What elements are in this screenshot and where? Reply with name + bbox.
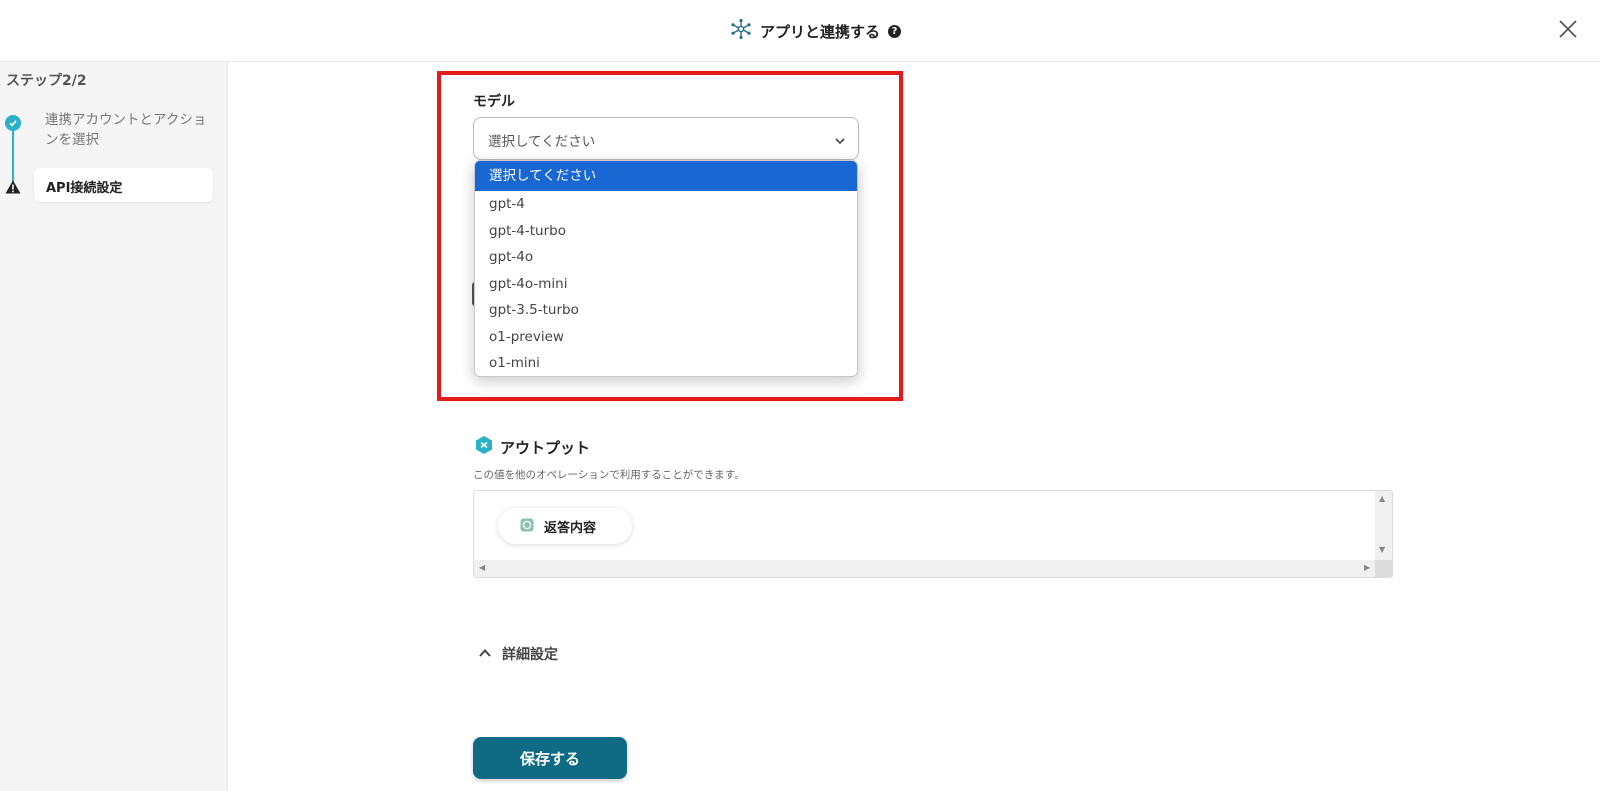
- step-connector-line: [12, 128, 14, 182]
- advanced-settings-toggle[interactable]: 詳細設定: [478, 644, 558, 664]
- modal-title: アプリと連携する: [760, 22, 881, 41]
- output-chip-label: 返答内容: [544, 520, 597, 536]
- model-dropdown-list: 選択してください gpt-4 gpt-4-turbo gpt-4o gpt-4o…: [474, 160, 858, 377]
- step-item-select-action[interactable]: 連携アカウントとアクションを選択: [45, 110, 210, 150]
- scrollbar-corner: [1375, 560, 1392, 577]
- model-option[interactable]: gpt-4-turbo: [475, 218, 857, 245]
- output-panel: 返答内容 ▲ ▼ ◀ ▶: [473, 490, 1393, 578]
- step-item-api-settings[interactable]: API接続設定: [34, 168, 213, 202]
- model-select-value: 選択してください: [488, 134, 596, 150]
- scroll-right-icon: ▶: [1364, 563, 1371, 572]
- model-option[interactable]: gpt-4o: [475, 244, 857, 271]
- openai-icon: [520, 517, 534, 536]
- advanced-settings-label: 詳細設定: [502, 647, 558, 663]
- step-counter: ステップ2/2: [6, 73, 87, 89]
- scroll-down-icon: ▼: [1379, 545, 1386, 554]
- step-item-label: API接続設定: [46, 181, 123, 196]
- model-option[interactable]: o1-preview: [475, 324, 857, 351]
- check-icon: [5, 115, 21, 131]
- output-chip[interactable]: 返答内容: [498, 508, 632, 544]
- model-label: モデル: [473, 94, 515, 110]
- horizontal-scrollbar[interactable]: ◀ ▶: [474, 560, 1392, 577]
- output-icon: [474, 435, 494, 459]
- save-button[interactable]: 保存する: [473, 737, 627, 779]
- modal-header: アプリと連携する ?: [0, 0, 1600, 62]
- output-title: アウトプット: [500, 438, 591, 457]
- vertical-scrollbar[interactable]: ▲ ▼: [1375, 491, 1392, 561]
- scroll-left-icon: ◀: [479, 563, 486, 572]
- model-option[interactable]: gpt-4o-mini: [475, 271, 857, 298]
- app-link-icon: [730, 18, 752, 44]
- model-select[interactable]: 選択してください: [473, 117, 859, 160]
- close-button[interactable]: [1553, 14, 1583, 44]
- help-icon[interactable]: ?: [888, 24, 902, 38]
- scroll-up-icon: ▲: [1379, 494, 1386, 503]
- model-option[interactable]: gpt-4: [475, 191, 857, 218]
- model-option[interactable]: o1-mini: [475, 350, 857, 376]
- steps-sidebar: ステップ2/2 連携アカウントとアクションを選択 API接続設定: [0, 62, 228, 791]
- warning-icon: [5, 179, 21, 194]
- model-option[interactable]: 選択してください: [475, 161, 857, 191]
- header-title-group: アプリと連携する ?: [730, 16, 902, 46]
- model-option[interactable]: gpt-3.5-turbo: [475, 297, 857, 324]
- chevron-up-icon: [478, 645, 492, 664]
- output-heading: アウトプット: [474, 435, 590, 459]
- output-description: この値を他のオペレーションで利用することができます。: [473, 469, 745, 481]
- chevron-down-icon: [834, 132, 846, 151]
- close-icon: [1559, 20, 1577, 38]
